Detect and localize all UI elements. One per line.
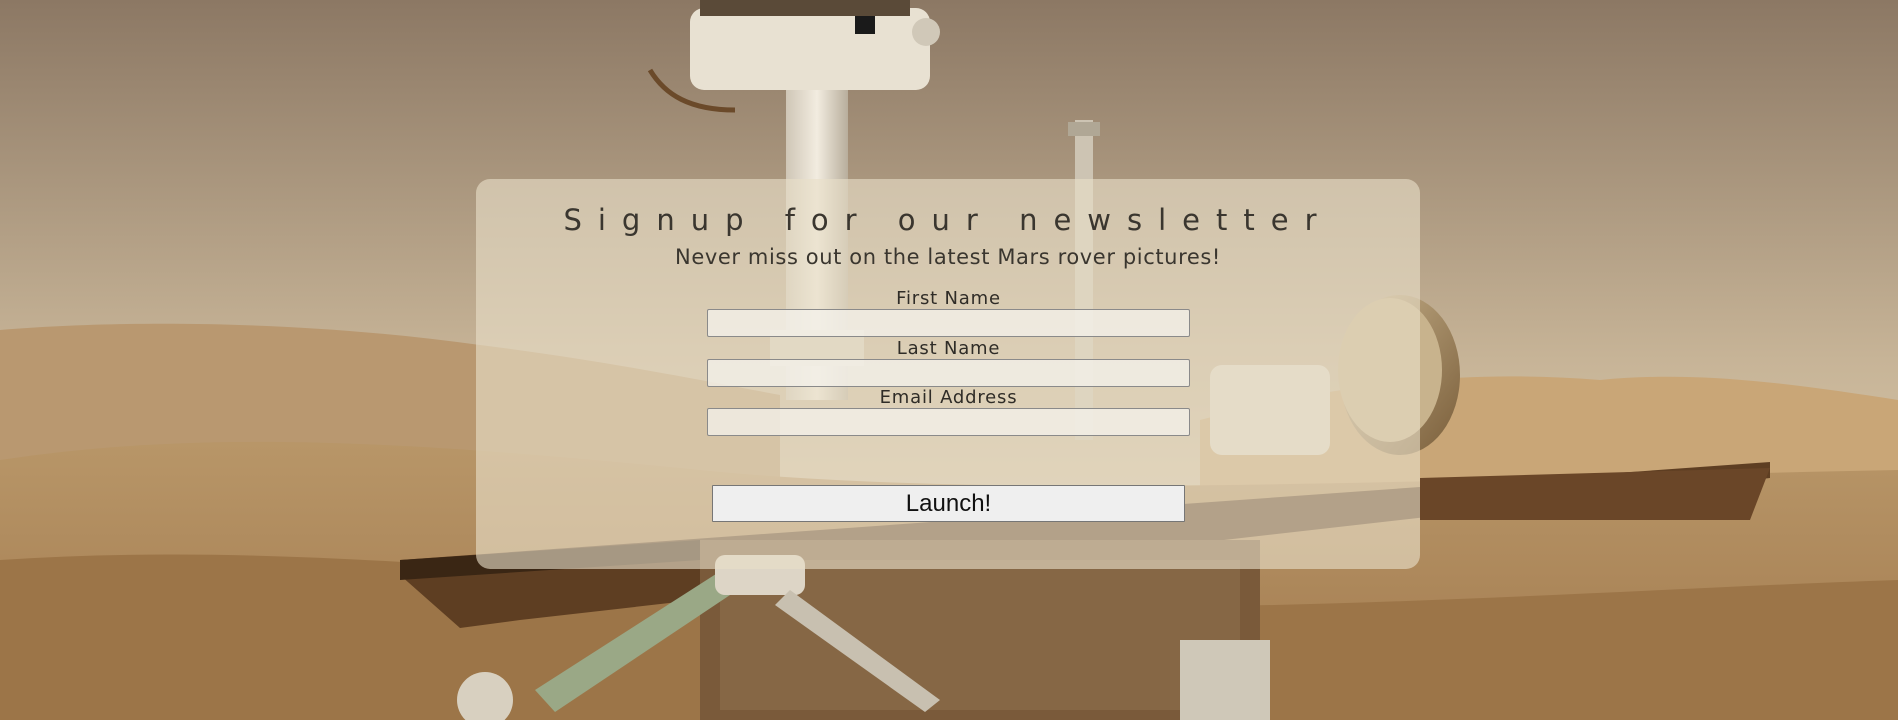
last-name-label: Last Name	[896, 338, 1001, 359]
last-name-input[interactable]	[707, 359, 1190, 387]
email-label: Email Address	[879, 387, 1018, 408]
newsletter-title: Signup for our newsletter	[563, 203, 1333, 237]
newsletter-subtitle: Never miss out on the latest Mars rover …	[675, 245, 1221, 269]
launch-button[interactable]: Launch!	[712, 485, 1185, 522]
first-name-input[interactable]	[707, 309, 1190, 337]
newsletter-signup-panel: Signup for our newsletter Never miss out…	[476, 179, 1420, 569]
first-name-group: First Name	[707, 289, 1190, 337]
first-name-label: First Name	[896, 288, 1001, 309]
email-group: Email Address	[707, 388, 1190, 436]
last-name-group: Last Name	[707, 339, 1190, 387]
email-input[interactable]	[707, 408, 1190, 436]
